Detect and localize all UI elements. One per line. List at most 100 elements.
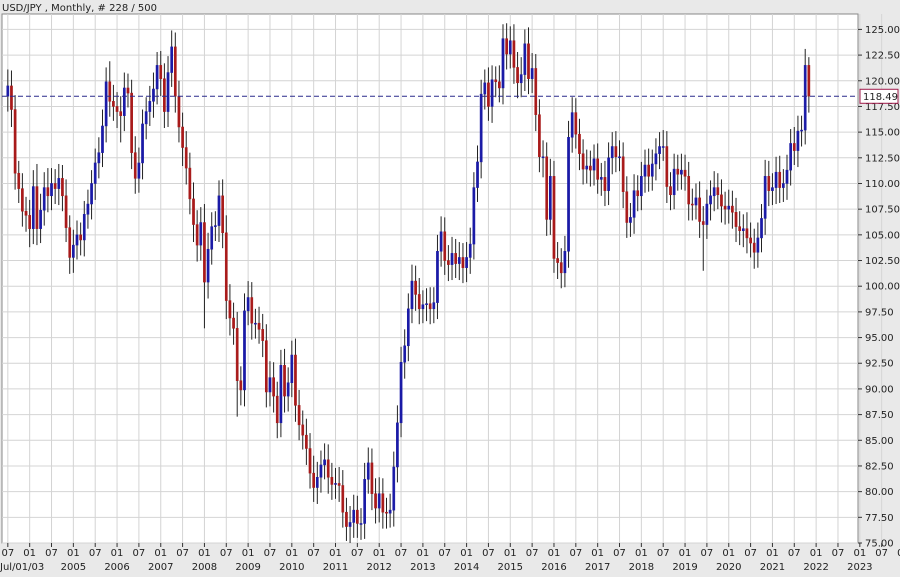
candle-body [603, 177, 607, 191]
candle-body [17, 172, 21, 189]
candle-body [381, 493, 385, 513]
candle-body [133, 152, 137, 179]
candle-body [698, 197, 701, 222]
candle-body [126, 87, 130, 94]
candle-body [563, 251, 567, 274]
x-month-label: 01 [591, 548, 604, 559]
candle-body [658, 146, 661, 154]
candle-body [345, 511, 348, 527]
candle-body [188, 167, 192, 200]
candle-body [672, 168, 676, 196]
y-tick-label: 97.50 [865, 307, 894, 318]
candle-body [789, 143, 792, 171]
candle-body [79, 234, 82, 241]
x-month-label: 01 [635, 548, 648, 559]
candle-body [661, 146, 665, 148]
candle-body [90, 183, 93, 205]
candle-body [184, 147, 188, 169]
x-year-label: 2010 [279, 562, 304, 573]
candle-body [232, 317, 235, 329]
candle-body [578, 133, 581, 154]
candle-body [64, 195, 68, 228]
candle-body [701, 221, 705, 225]
x-month-label: 07 [657, 548, 670, 559]
candle-body [283, 365, 286, 397]
x-year-label: 2011 [323, 562, 348, 573]
candle-body [243, 310, 246, 391]
x-year-label: 2009 [235, 562, 260, 573]
y-tick-label: 105.00 [865, 230, 900, 241]
y-tick-label: 85.00 [865, 436, 894, 447]
candle-body [192, 198, 195, 225]
x-year-label: 2021 [760, 562, 785, 573]
x-year-label: 2020 [716, 562, 741, 573]
candle-body [756, 237, 760, 253]
candle-body [599, 177, 603, 180]
x-year-label: 2007 [148, 562, 173, 573]
candle-body [115, 106, 119, 112]
candle-body [137, 162, 141, 179]
candle-body [359, 523, 363, 525]
candle-body [6, 85, 10, 97]
candle-body [650, 163, 654, 177]
candle-body [264, 340, 268, 393]
candle-body [643, 164, 647, 177]
y-tick-label: 77.50 [865, 513, 894, 524]
candle-body [35, 186, 39, 229]
candle-body [21, 188, 24, 212]
candle-body [122, 87, 126, 116]
candle-body [31, 186, 35, 229]
candle-body [800, 129, 803, 132]
candle-body [541, 156, 545, 159]
candle-body [618, 156, 621, 159]
y-tick-label: 110.00 [865, 179, 900, 190]
candle-body [640, 176, 643, 197]
candle-body [334, 483, 337, 485]
candle-body [155, 65, 159, 90]
y-tick-label: 120.00 [865, 76, 900, 87]
x-month-label: 07 [526, 548, 539, 559]
candle-body [723, 205, 727, 210]
candle-body [323, 459, 326, 466]
candle-body [439, 231, 443, 252]
x-month-label: 01 [285, 548, 298, 559]
chart-title: USD/JPY , Monthly, # 228 / 500 [2, 3, 157, 14]
candle-body [680, 169, 683, 175]
candle-body [490, 79, 494, 107]
candle-body [457, 257, 461, 264]
candle-body [709, 195, 712, 205]
candlestick-chart[interactable]: 125.00122.50120.00117.50115.00112.50110.… [0, 0, 900, 577]
candle-body [42, 187, 46, 211]
candle-body [534, 68, 538, 115]
candle-body [112, 101, 115, 107]
x-month-label: 07 [264, 548, 277, 559]
candle-body [272, 377, 275, 397]
x-year-label: 2013 [410, 562, 435, 573]
candle-body [268, 377, 272, 393]
y-tick-label: 80.00 [865, 487, 894, 498]
candle-body [370, 462, 374, 494]
y-tick-label: 122.50 [865, 51, 900, 62]
candle-body [665, 146, 669, 187]
candle-body [425, 303, 428, 305]
candle-body [72, 244, 75, 258]
y-tick-label: 100.00 [865, 282, 900, 293]
candle-body [181, 126, 184, 148]
candle-body [363, 479, 366, 524]
candle-body [101, 125, 104, 153]
candle-body [614, 146, 618, 158]
x-month-label: 01 [329, 548, 342, 559]
candle-body [443, 231, 447, 261]
candle-body [621, 156, 625, 192]
candle-body [436, 251, 439, 303]
x-month-label: 07 [351, 548, 364, 559]
candle-body [494, 79, 498, 83]
x-month-label: 07 [176, 548, 189, 559]
candle-body [82, 214, 86, 241]
time-axis[interactable]: 07 01 07 01 07 01 07 01 07 01 07 01 07 01 07 01 07 01 07 01… [0, 543, 900, 573]
candle-body [24, 210, 28, 216]
x-month-label: 01 [679, 548, 692, 559]
candle-body [326, 459, 330, 478]
x-month-label: 01 [111, 548, 124, 559]
x-year-label: 2005 [61, 562, 86, 573]
